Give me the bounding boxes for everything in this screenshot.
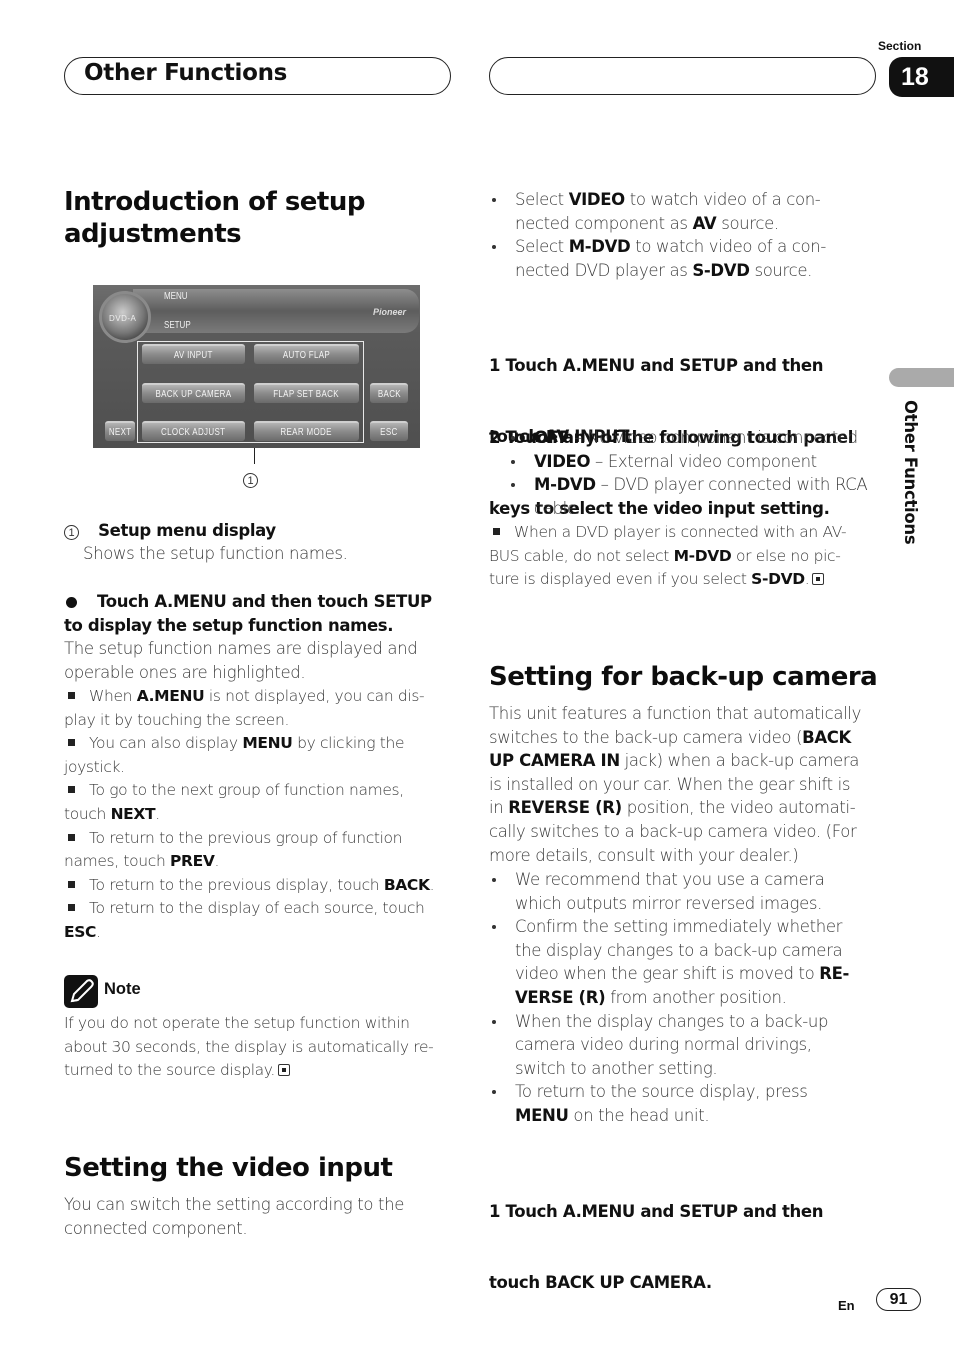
option-video: VIDEO – External video component [508, 450, 867, 474]
flap-set-back-button[interactable]: FLAP SET BACK [254, 383, 359, 403]
option-m-dvd: M-DVD – DVD player connected with RCA cab… [508, 473, 868, 520]
language-label: En [838, 1298, 855, 1313]
section-number-badge: 18 [889, 57, 954, 97]
blank-header-pill [489, 57, 876, 95]
callout-marker: 1 [243, 469, 258, 488]
note-label: Note [104, 980, 141, 998]
setup-notes-list: When A.MENU is not displayed, you can di… [64, 687, 435, 941]
callout-line [254, 448, 256, 464]
setup-step-description: The setup function names are displayed a… [64, 639, 418, 682]
back-up-camera-button[interactable]: BACK UP CAMERA [142, 383, 245, 403]
bullet-item: Confirm the setting immediately whether … [489, 915, 849, 1009]
side-tab-label: Other Functions [901, 400, 920, 545]
callout-item-number: 1 [64, 525, 79, 540]
dvd-note: When a DVD player is connected with an A… [489, 523, 847, 589]
video-input-description: You can switch the setting according to … [64, 1195, 405, 1238]
video-input-heading: Setting the video input [64, 1153, 393, 1183]
screen-setup-label: SETUP [164, 320, 191, 331]
backup-camera-heading: Setting for back-up camera [489, 662, 878, 692]
backup-camera-bullets: We recommend that you use a camera which… [489, 868, 849, 1128]
clock-adjust-button[interactable]: CLOCK ADJUST [142, 421, 245, 441]
intro-heading: Introduction of setup adjustments [64, 187, 365, 249]
end-mark-icon [277, 1064, 290, 1077]
backup-camera-description: This unit features a function that autom… [489, 704, 862, 865]
bullet-item: To return to the source display, press M… [489, 1080, 849, 1127]
callout-description: Shows the setup function names. [83, 544, 348, 563]
auto-flap-button[interactable]: AUTO FLAP [254, 344, 359, 364]
section-label: Section [878, 39, 922, 53]
screen-menu-label: MENU [164, 291, 188, 302]
callout-title: Setup menu display [98, 521, 276, 540]
note-text: If you do not operate the setup function… [64, 1014, 434, 1080]
av-input-button[interactable]: AV INPUT [142, 344, 245, 364]
logo-text: DVD-A [109, 314, 137, 323]
backup-camera-step-1: 1 Touch A.MENU and SETUP and then touch … [489, 1202, 824, 1292]
chapter-title: Other Functions [84, 60, 288, 86]
callout-item: 1 Setup menu display [64, 519, 276, 543]
bullet-item: We recommend that you use a camera which… [489, 868, 849, 915]
video-input-options: OFF – No video component is connected VI… [508, 426, 868, 520]
end-mark-icon [812, 573, 825, 586]
setup-menu-screenshot: DVD-A MENU SETUP Pioneer AV INPUT AUTO F… [93, 285, 420, 448]
pencil-note-icon [64, 975, 98, 1008]
setup-step: Touch A.MENU and then touch SETUP to dis… [64, 592, 432, 635]
next-button[interactable]: NEXT [105, 421, 135, 441]
side-tab-marker [889, 368, 954, 387]
bullet-item: Select VIDEO to watch video of a con- ne… [489, 188, 826, 235]
bullet-item: When the display changes to a back-up ca… [489, 1010, 849, 1081]
page-number: 91 [876, 1288, 921, 1311]
option-off: OFF – No video component is connected [508, 426, 867, 450]
rear-mode-button[interactable]: REAR MODE [254, 421, 359, 441]
esc-button[interactable]: ESC [370, 421, 408, 441]
select-bullets: Select VIDEO to watch video of a con- ne… [489, 188, 826, 282]
bullet-item: Select M-DVD to watch video of a con- ne… [489, 235, 826, 282]
back-button[interactable]: BACK [370, 383, 408, 403]
brand-logo: Pioneer [373, 307, 407, 317]
